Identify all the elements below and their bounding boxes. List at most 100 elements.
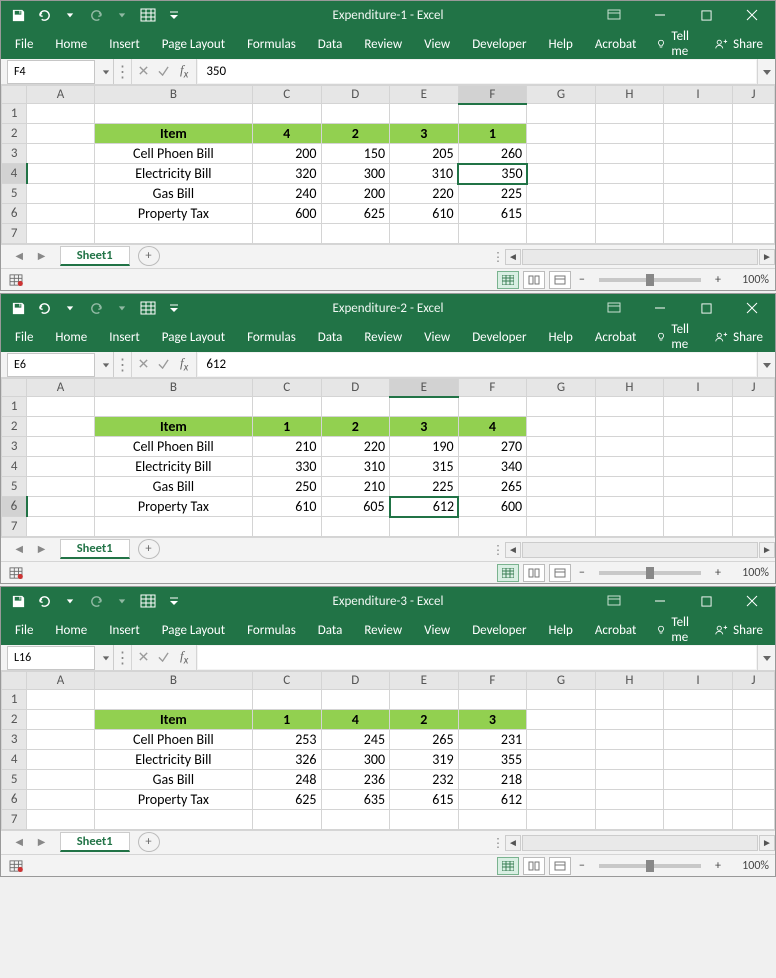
cell[interactable] — [527, 144, 596, 164]
tab-page-layout[interactable]: Page Layout — [160, 33, 227, 56]
cell[interactable]: 200 — [252, 144, 321, 164]
formula-input[interactable] — [198, 60, 756, 83]
qat-grid-icon[interactable] — [137, 297, 159, 319]
cell[interactable] — [732, 164, 774, 184]
column-header[interactable]: D — [321, 672, 390, 690]
cell[interactable]: 625 — [321, 204, 390, 224]
tab-formulas[interactable]: Formulas — [245, 619, 298, 642]
cell[interactable] — [732, 730, 774, 750]
tab-page-layout[interactable]: Page Layout — [160, 326, 227, 349]
cell[interactable]: 612 — [390, 497, 459, 517]
select-all-corner[interactable] — [2, 86, 27, 104]
column-header[interactable]: F — [458, 672, 527, 690]
row-header[interactable]: 4 — [2, 750, 27, 770]
cell[interactable]: 3 — [390, 417, 459, 437]
cell[interactable]: 600 — [252, 204, 321, 224]
cell[interactable]: 150 — [321, 144, 390, 164]
cell[interactable] — [732, 770, 774, 790]
cell[interactable] — [595, 750, 664, 770]
scroll-right-icon[interactable]: ► — [759, 542, 775, 558]
column-header[interactable]: H — [595, 379, 664, 397]
cell[interactable]: 270 — [458, 437, 527, 457]
cell[interactable] — [732, 750, 774, 770]
cell[interactable]: 330 — [252, 457, 321, 477]
cell[interactable]: 3 — [390, 124, 459, 144]
column-header[interactable]: E — [390, 379, 459, 397]
select-all-corner[interactable] — [2, 672, 27, 690]
cell[interactable]: Item — [94, 417, 252, 437]
cell[interactable]: Cell Phoen Bill — [94, 437, 252, 457]
fx-icon[interactable]: fx — [178, 355, 190, 374]
cell[interactable]: 605 — [321, 497, 390, 517]
row-header[interactable]: 5 — [2, 770, 27, 790]
scroll-track[interactable] — [522, 542, 758, 558]
minimize-icon[interactable] — [637, 1, 683, 29]
column-header[interactable]: B — [94, 86, 252, 104]
row-header[interactable]: 2 — [2, 124, 27, 144]
row-header[interactable]: 5 — [2, 477, 27, 497]
cell[interactable] — [732, 397, 774, 417]
cell[interactable]: 2 — [390, 710, 459, 730]
horizontal-scrollbar[interactable]: ◄ ► — [505, 249, 775, 265]
cell[interactable]: Electricity Bill — [94, 164, 252, 184]
cell[interactable]: 248 — [252, 770, 321, 790]
row-header[interactable]: 5 — [2, 184, 27, 204]
tab-scroll-handle[interactable]: ⋮ — [491, 249, 505, 265]
cell[interactable] — [664, 790, 733, 810]
cell[interactable] — [664, 770, 733, 790]
cell[interactable]: 300 — [321, 164, 390, 184]
tab-insert[interactable]: Insert — [107, 33, 142, 56]
cell[interactable] — [252, 690, 321, 710]
cell[interactable] — [252, 397, 321, 417]
tab-data[interactable]: Data — [316, 326, 345, 349]
ribbon-options-icon[interactable] — [591, 294, 637, 322]
cell[interactable] — [527, 457, 596, 477]
spreadsheet-grid[interactable]: ABCDEFGHIJ 12Item12343Cell Phoen Bill210… — [1, 378, 775, 537]
scroll-right-icon[interactable]: ► — [759, 249, 775, 265]
cell[interactable] — [732, 144, 774, 164]
cell[interactable] — [732, 437, 774, 457]
redo-dropdown-icon[interactable] — [111, 297, 133, 319]
cell[interactable]: 612 — [458, 790, 527, 810]
view-page-layout-icon[interactable] — [523, 271, 545, 289]
column-header[interactable]: J — [732, 379, 774, 397]
cell[interactable]: 350 — [458, 164, 527, 184]
scroll-track[interactable] — [522, 249, 758, 265]
cell[interactable]: 355 — [458, 750, 527, 770]
qat-grid-icon[interactable] — [137, 4, 159, 26]
cell[interactable] — [527, 224, 596, 244]
column-header[interactable]: C — [252, 86, 321, 104]
cell[interactable] — [732, 124, 774, 144]
cell[interactable] — [664, 750, 733, 770]
cell[interactable] — [732, 497, 774, 517]
cell[interactable] — [664, 204, 733, 224]
cell[interactable] — [664, 417, 733, 437]
zoom-level[interactable]: 100% — [729, 859, 769, 873]
cell[interactable]: 600 — [458, 497, 527, 517]
cell[interactable] — [458, 397, 527, 417]
cell[interactable] — [321, 397, 390, 417]
cell[interactable]: 245 — [321, 730, 390, 750]
cell[interactable] — [321, 517, 390, 537]
scroll-left-icon[interactable]: ◄ — [505, 249, 521, 265]
tab-scroll-handle[interactable]: ⋮ — [491, 835, 505, 851]
cell[interactable] — [390, 224, 459, 244]
column-header[interactable]: I — [664, 379, 733, 397]
cell[interactable]: Cell Phoen Bill — [94, 144, 252, 164]
cell[interactable]: 225 — [390, 477, 459, 497]
tab-developer[interactable]: Developer — [470, 33, 528, 56]
tab-view[interactable]: View — [422, 619, 452, 642]
column-header[interactable]: D — [321, 379, 390, 397]
cell[interactable]: 319 — [390, 750, 459, 770]
cell[interactable]: Gas Bill — [94, 477, 252, 497]
formula-bar-handle[interactable]: ⋮ — [114, 59, 132, 84]
cell[interactable] — [27, 397, 94, 417]
cell[interactable] — [732, 477, 774, 497]
cell[interactable] — [732, 690, 774, 710]
cell[interactable] — [664, 164, 733, 184]
cell[interactable] — [27, 417, 94, 437]
cell[interactable] — [595, 417, 664, 437]
undo-icon[interactable] — [33, 590, 55, 612]
tab-home[interactable]: Home — [53, 619, 89, 642]
cell[interactable]: Property Tax — [94, 790, 252, 810]
